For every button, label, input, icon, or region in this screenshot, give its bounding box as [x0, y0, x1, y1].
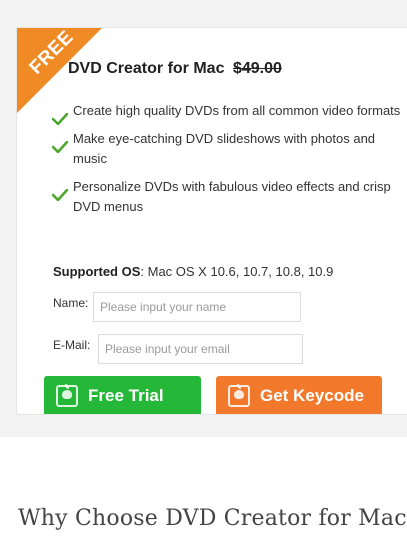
check-icon — [52, 113, 68, 125]
check-icon — [52, 188, 68, 201]
email-label: E-Mail: — [53, 338, 91, 352]
mac-finder-icon — [56, 384, 78, 407]
product-title: DVD Creator for Mac $49.00 — [68, 60, 282, 78]
feature-item: Create high quality DVDs from all common… — [52, 101, 407, 125]
mac-finder-icon — [228, 384, 250, 407]
supported-os: Supported OS: Mac OS X 10.6, 10.7, 10.8,… — [53, 264, 333, 279]
feature-text: Personalize DVDs with fabulous video eff… — [73, 178, 391, 215]
supported-os-value: : Mac OS X 10.6, 10.7, 10.8, 10.9 — [140, 264, 334, 279]
supported-os-label: Supported OS — [53, 264, 141, 279]
feature-item: Personalize DVDs with fabulous video eff… — [52, 177, 407, 218]
get-keycode-label: Get Keycode — [260, 386, 364, 405]
email-input[interactable] — [98, 334, 303, 364]
feature-text: Make eye-catching DVD slideshows with ph… — [73, 130, 376, 167]
get-keycode-button[interactable]: Get Keycode — [216, 376, 382, 414]
product-name: DVD Creator for Mac — [68, 60, 225, 77]
name-label: Name: — [53, 296, 89, 310]
section-heading: Why Choose DVD Creator for Mac — [18, 506, 407, 531]
feature-text: Create high quality DVDs from all common… — [73, 103, 401, 118]
feature-list: Create high quality DVDs from all common… — [52, 101, 407, 225]
old-price: $49.00 — [232, 60, 282, 77]
free-trial-button[interactable]: Free Trial — [44, 376, 201, 414]
check-icon — [52, 140, 68, 153]
free-trial-label: Free Trial — [88, 386, 164, 405]
promo-card: FREE DVD Creator for Mac $49.00 Create h… — [16, 27, 407, 415]
name-input[interactable] — [93, 292, 301, 322]
feature-item: Make eye-catching DVD slideshows with ph… — [52, 129, 407, 170]
